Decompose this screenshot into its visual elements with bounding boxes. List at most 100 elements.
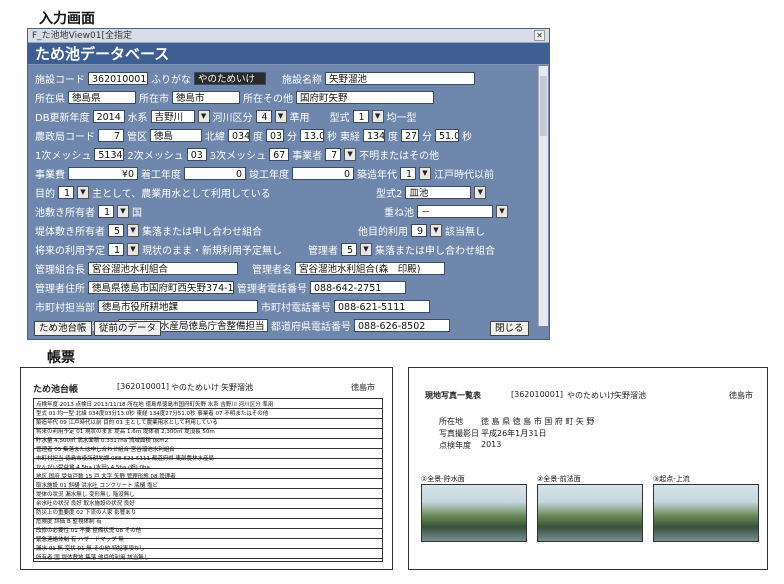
tei-num-field[interactable]: 5 bbox=[108, 223, 124, 237]
use-dropdown-icon[interactable]: ▼ bbox=[430, 223, 442, 237]
ike-value: 国 bbox=[132, 207, 142, 219]
scrollbar-thumb[interactable] bbox=[540, 76, 547, 136]
done-field[interactable]: 0 bbox=[292, 166, 354, 180]
city-field[interactable]: 徳島市 bbox=[172, 90, 240, 104]
proj-num-field[interactable]: 7 bbox=[325, 147, 342, 161]
mesh1-field[interactable]: 5134 bbox=[94, 147, 125, 161]
lat-label: 北緯 bbox=[205, 131, 225, 143]
photo-caption-2: ②全景-前法面 bbox=[537, 475, 581, 483]
ledger-row: 堤体の状況 漏水無し 変形無し 陥没無し bbox=[36, 492, 135, 498]
cost-field[interactable]: ¥0 bbox=[68, 166, 138, 180]
mgr-label: 管理者 bbox=[308, 245, 338, 257]
future-dropdown-icon[interactable]: ▼ bbox=[127, 242, 139, 256]
river-dropdown-icon[interactable]: ▼ bbox=[274, 109, 287, 123]
addr-field[interactable]: 徳島県徳島市国府町西矢野374-1 bbox=[88, 280, 234, 294]
other-label: 所在その他 bbox=[243, 93, 293, 105]
kasane-dropdown-icon[interactable]: ▼ bbox=[496, 204, 508, 218]
era-dropdown-icon[interactable]: ▼ bbox=[419, 166, 431, 180]
ledger-table: 点検年度 2013 点検日 2013/11/18 所在地 徳島県徳島市国府町矢野… bbox=[33, 398, 383, 562]
facility-code-label: 施設コード bbox=[35, 74, 85, 86]
mgr-dropdown-icon[interactable]: ▼ bbox=[360, 242, 372, 256]
type2-label: 型式2 bbox=[376, 188, 403, 200]
lat-min-unit: 分 bbox=[287, 131, 297, 143]
close-window-icon[interactable]: ✕ bbox=[534, 30, 545, 41]
ledger-row: 将来の利用予定 01 現状のまま 堤高 1.6m 堤体積 2,300㎥ 堤頂長 … bbox=[36, 429, 215, 435]
lon-sec-field[interactable]: 51.0 bbox=[435, 128, 459, 142]
river-num-field[interactable]: 4 bbox=[255, 109, 272, 123]
ike-dropdown-icon[interactable]: ▼ bbox=[117, 204, 129, 218]
proj-dropdown-icon[interactable]: ▼ bbox=[344, 147, 357, 161]
tel-label: 管理者電話番号 bbox=[237, 283, 307, 295]
ledger-row: 市町村担当 徳島市役所耕地課 088-621-5111 都道府県 東部農林水産局 bbox=[36, 456, 214, 462]
photo-sheet: 現地写真一覧表 [362010001] やのためいけ 矢野溜池 徳島市 所在地 … bbox=[408, 367, 768, 570]
future-num-field[interactable]: 1 bbox=[108, 242, 124, 256]
type-label: 型式 bbox=[329, 112, 350, 124]
ledger-row: 管理者 05 集落または申し合わせ組合 宮谷溜池水利組合 bbox=[36, 447, 175, 453]
facility-code-field[interactable]: 362010001 bbox=[88, 71, 148, 85]
use-num-field[interactable]: 9 bbox=[411, 223, 427, 237]
mesh3-label: 3次メッシュ bbox=[209, 150, 267, 162]
type-num-field[interactable]: 1 bbox=[352, 109, 369, 123]
type2-dropdown-icon[interactable]: ▼ bbox=[474, 185, 487, 199]
window-titlebar: F_た池地View01[全指定 ✕ bbox=[28, 29, 549, 43]
pref-field[interactable]: 徳島県 bbox=[68, 90, 136, 104]
ledger-row: 地区 国府 受益戸数 15 戸 大字 矢野 管理形態 08 管理者 bbox=[36, 474, 176, 480]
preftel-label: 都道府県電話番号 bbox=[271, 321, 351, 333]
mesh2-label: 2次メッシュ bbox=[127, 150, 184, 162]
ike-num-field[interactable]: 1 bbox=[98, 204, 114, 218]
type2-field[interactable]: 皿池 bbox=[405, 185, 472, 199]
kasane-field[interactable]: － bbox=[417, 204, 493, 218]
cityoff-field[interactable]: 徳島市役所耕地課 bbox=[98, 299, 258, 313]
mesh2-field[interactable]: 03 bbox=[186, 147, 207, 161]
tei-dropdown-icon[interactable]: ▼ bbox=[127, 223, 139, 237]
citytel-field[interactable]: 088-621-5111 bbox=[334, 299, 430, 313]
era-label: 築造年代 bbox=[357, 169, 397, 181]
district-field[interactable]: 徳島 bbox=[150, 128, 202, 142]
ledger-button[interactable]: ため池台帳 bbox=[34, 321, 92, 336]
use-label: 他目的利用 bbox=[358, 226, 408, 238]
type-dropdown-icon[interactable]: ▼ bbox=[371, 109, 384, 123]
citytel-label: 市町村電話番号 bbox=[261, 302, 331, 314]
union-field[interactable]: 宮谷溜池水利組合 bbox=[88, 261, 238, 275]
photo-furigana: やのためいけ bbox=[567, 391, 615, 400]
close-button[interactable]: 閉じる bbox=[490, 321, 529, 336]
other-field[interactable]: 国府町矢野 bbox=[296, 90, 434, 104]
ike-label: 池敷き所有者 bbox=[35, 207, 95, 219]
tel-field[interactable]: 088-642-2751 bbox=[310, 280, 406, 294]
db-year-field[interactable]: 2014 bbox=[92, 109, 125, 123]
ledger-furigana: やのためいけ bbox=[171, 383, 219, 392]
lon-min-field[interactable]: 27 bbox=[401, 128, 419, 142]
lat-sec-field[interactable]: 13.0 bbox=[300, 128, 324, 142]
purpose-label: 目的 bbox=[35, 188, 55, 200]
vertical-scrollbar[interactable] bbox=[538, 66, 548, 326]
lon-deg-field[interactable]: 134 bbox=[363, 128, 385, 142]
ledger-title: ため池台帳 bbox=[33, 385, 79, 395]
lat-sec-unit: 秒 bbox=[327, 131, 337, 143]
lon-deg-unit: 度 bbox=[388, 131, 398, 143]
furigana-label: ふりがな bbox=[151, 74, 191, 86]
previous-data-button[interactable]: 従前のデータ bbox=[94, 321, 162, 336]
purpose-num-field[interactable]: 1 bbox=[58, 185, 74, 199]
start-field[interactable]: 0 bbox=[184, 166, 246, 180]
furigana-field[interactable]: やのためいけ bbox=[194, 71, 266, 85]
mesh3-field[interactable]: 67 bbox=[269, 147, 290, 161]
pond-photo-1 bbox=[421, 484, 527, 542]
mesh1-label: 1次メッシュ bbox=[35, 150, 92, 162]
agri-field[interactable]: 7 bbox=[98, 128, 124, 142]
mgrname-field[interactable]: 宮谷溜池水利組合(森 印殿) bbox=[295, 261, 445, 275]
lat-min-field[interactable]: 03 bbox=[266, 128, 284, 142]
form-fields: 施設コード 362010001 ふりがな やのためいけ 施設名称 矢野溜池 所在… bbox=[28, 65, 549, 337]
purpose-dropdown-icon[interactable]: ▼ bbox=[77, 185, 89, 199]
photo-caption-1: ①全景-貯水面 bbox=[421, 475, 465, 483]
lat-deg-field[interactable]: 034 bbox=[228, 128, 250, 142]
photo-loc: 徳 島 県 徳 島 市 国 府 町 矢 野 bbox=[481, 417, 595, 426]
era-num-field[interactable]: 1 bbox=[400, 166, 416, 180]
preftel-field[interactable]: 088-626-8502 bbox=[354, 318, 450, 332]
mgr-value: 集落または申し合わせ組合 bbox=[375, 245, 495, 257]
facility-name-field[interactable]: 矢野溜池 bbox=[325, 71, 475, 85]
water-dropdown-icon[interactable]: ▼ bbox=[197, 109, 210, 123]
water-field[interactable]: 吉野川 bbox=[150, 109, 195, 123]
river-value: 準用 bbox=[289, 112, 310, 124]
mgr-num-field[interactable]: 5 bbox=[341, 242, 357, 256]
water-label: 水系 bbox=[127, 112, 148, 124]
